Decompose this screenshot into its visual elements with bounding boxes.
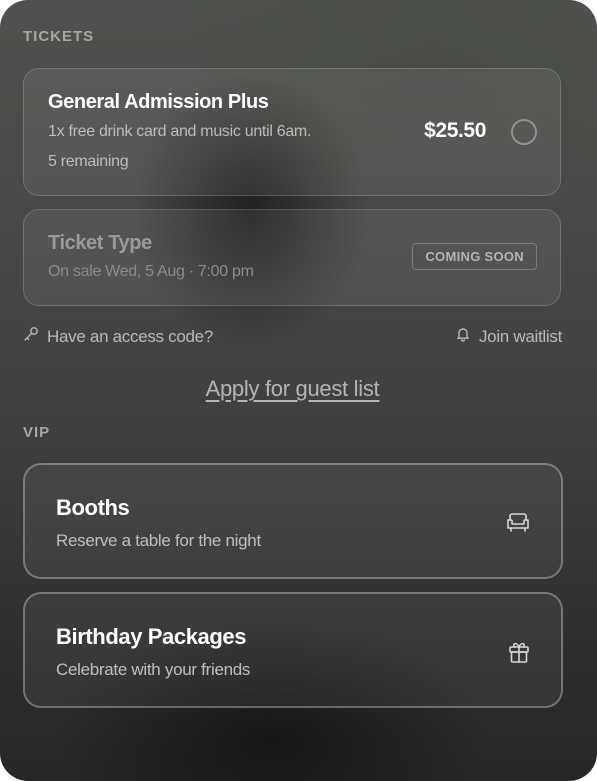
join-waitlist-link[interactable]: Join waitlist — [455, 326, 562, 347]
coming-soon-badge: COMING SOON — [412, 243, 537, 270]
ticket-select-radio[interactable] — [511, 119, 537, 145]
ticket-description: 1x free drink card and music until 6am. — [48, 123, 312, 140]
ticket-general-admission-plus[interactable]: General Admission Plus 1x free drink car… — [23, 68, 561, 196]
bell-icon — [455, 326, 479, 347]
ticket-type-coming-soon: Ticket Type On sale Wed, 5 Aug · 7:00 pm… — [23, 209, 561, 306]
vip-card-subtitle: Reserve a table for the night — [56, 531, 261, 550]
vip-booths-card[interactable]: Booths Reserve a table for the night — [23, 463, 563, 579]
tickets-section-label: TICKETS — [23, 28, 95, 45]
ticket-name: Ticket Type — [48, 232, 152, 254]
sofa-icon — [505, 510, 531, 539]
vip-birthday-packages-card[interactable]: Birthday Packages Celebrate with your fr… — [23, 592, 563, 708]
vip-section-label: VIP — [23, 424, 51, 441]
gift-icon — [507, 639, 531, 670]
key-icon — [23, 326, 47, 347]
access-code-label: Have an access code? — [47, 326, 213, 346]
tickets-panel: TICKETS General Admission Plus 1x free d… — [0, 0, 597, 781]
ticket-sale-info: On sale Wed, 5 Aug · 7:00 pm — [48, 263, 254, 280]
vip-card-title: Birthday Packages — [56, 624, 247, 649]
access-code-link[interactable]: Have an access code? — [23, 326, 213, 347]
ticket-remaining: 5 remaining — [48, 153, 129, 170]
ticket-name: General Admission Plus — [48, 91, 269, 113]
vip-card-title: Booths — [56, 495, 130, 520]
vip-card-subtitle: Celebrate with your friends — [56, 660, 251, 679]
apply-guest-list-link[interactable]: Apply for guest list — [0, 376, 585, 402]
ticket-price: $25.50 — [424, 119, 486, 142]
join-waitlist-label: Join waitlist — [478, 326, 562, 346]
